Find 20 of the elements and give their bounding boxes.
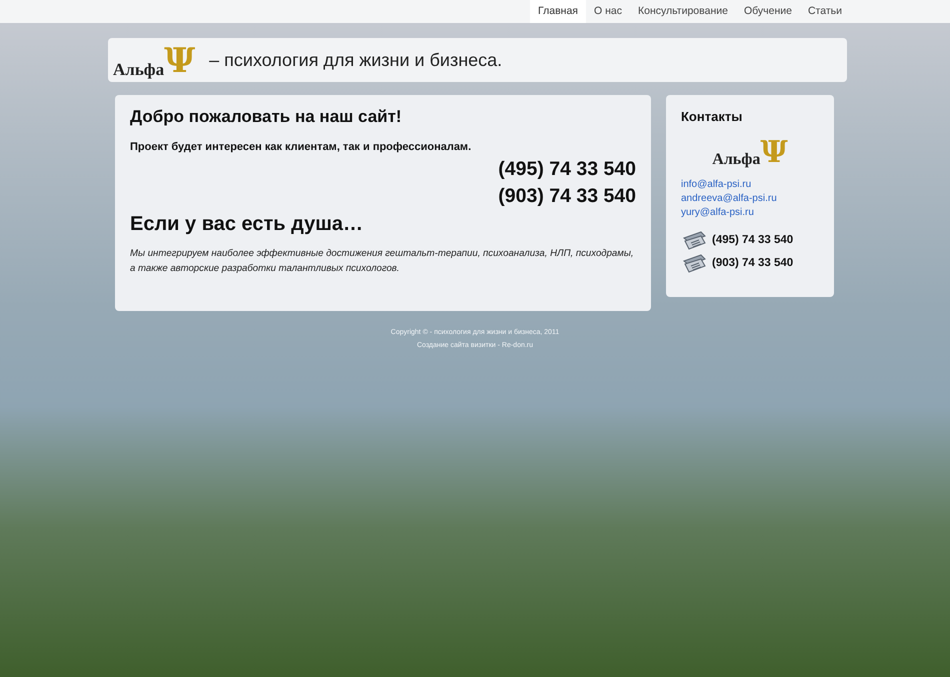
email-link[interactable]: yury@alfa-psi.ru [681, 206, 819, 220]
phone-number: (903) 74 33 540 [712, 257, 794, 269]
nav-link[interactable]: Обучение [736, 0, 800, 23]
welcome-heading: Добро пожаловать на наш сайт! [130, 107, 403, 127]
intro-text: Проект будет интересен как клиентам, так и профессионалам. [130, 141, 472, 153]
nav-link[interactable]: Главная [530, 0, 586, 23]
phone-number: (903) 74 33 540 [498, 184, 636, 209]
email-link[interactable]: info@alfa-psi.ru [681, 178, 819, 192]
nav-link[interactable]: Статьи [800, 0, 850, 23]
nav-link[interactable]: О нас [586, 0, 630, 23]
tagline: – психология для жизни и бизнеса. [209, 50, 502, 70]
email-link[interactable]: andreeva@alfa-psi.ru [681, 192, 819, 206]
nav-link[interactable]: Консультирование [630, 0, 736, 23]
phone-number: (495) 74 33 540 [498, 157, 636, 182]
logo: АльфаΨ [711, 134, 789, 168]
logo: АльфаΨ [113, 42, 196, 78]
phone-number: (495) 74 33 540 [712, 234, 794, 246]
section-heading: Если у вас есть душа… [130, 213, 364, 236]
contacts-heading: Контакты [681, 109, 744, 124]
description-text: Мы интегрируем наиболее эффективные достижения гештальт-терапии, психоанализа, НЛП, психодрамы, а также авторские разработки талантливых психологов. [130, 247, 635, 276]
